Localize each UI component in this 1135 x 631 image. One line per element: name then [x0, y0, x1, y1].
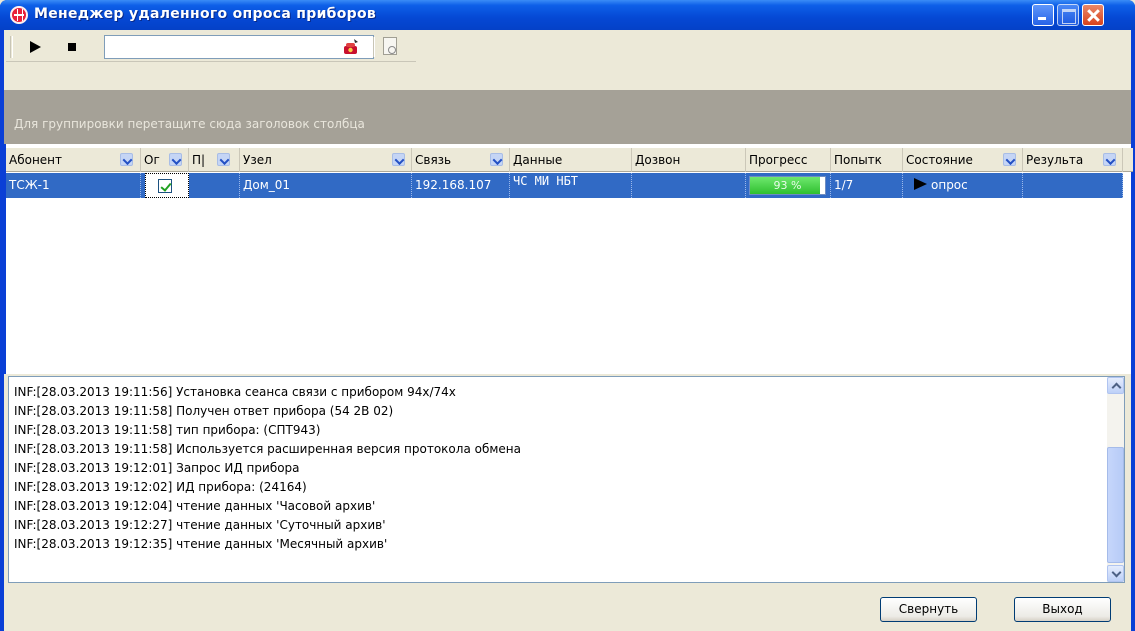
column-header-og[interactable]: Ог [141, 148, 189, 172]
group-by-hint: Для группировки перетащите сюда заголово… [14, 117, 365, 131]
column-header-subscriber[interactable]: Абонент [6, 148, 141, 172]
scroll-down-icon[interactable] [1107, 565, 1124, 582]
column-label: Связь [415, 153, 452, 167]
stop-icon[interactable] [68, 43, 76, 51]
cell-result [1023, 173, 1123, 198]
column-header-p[interactable]: П| [189, 148, 240, 172]
cell-data: ЧС МИ НБТ [510, 173, 632, 198]
cell-p [189, 173, 240, 198]
log-line: INF:[28.03.2013 19:12:01] Запрос ИД приб… [14, 461, 300, 475]
filter-dropdown-icon[interactable] [1103, 153, 1116, 166]
log-line: INF:[28.03.2013 19:12:02] ИД прибора: (2… [14, 480, 307, 494]
cell-connection: 192.168.107 [412, 173, 510, 198]
filter-dropdown-icon[interactable] [490, 153, 503, 166]
log-line: INF:[28.03.2013 19:11:56] Установка сеан… [14, 385, 456, 399]
column-label: Прогресс [749, 153, 808, 167]
log-line: INF:[28.03.2013 19:12:35] чтение данных … [14, 537, 388, 551]
column-label: Состояние [906, 153, 973, 167]
progress-label: 93 % [773, 179, 802, 192]
group-by-panel[interactable]: Для группировки перетащите сюда заголово… [4, 90, 1131, 144]
column-label: Данные [513, 153, 563, 167]
cell-dial [632, 173, 746, 198]
progress-bar: 93 % [749, 176, 826, 195]
filter-dropdown-icon[interactable] [1003, 153, 1016, 166]
cell-attempts: 1/7 [831, 173, 903, 198]
phone-call-icon[interactable] [342, 38, 360, 56]
document-preview-icon[interactable] [383, 37, 397, 55]
log-line: INF:[28.03.2013 19:12:04] чтение данных … [14, 499, 376, 513]
window-title: Менеджер удаленного опроса приборов [34, 6, 377, 22]
exit-button[interactable]: Выход [1014, 597, 1111, 622]
column-label: П| [192, 153, 206, 167]
toolbar-grip-icon[interactable] [10, 36, 13, 58]
cell-progress: 93 % [746, 173, 831, 198]
play-icon[interactable] [30, 41, 41, 53]
column-header-node[interactable]: Узел [240, 148, 412, 172]
client-area: Для группировки перетащите сюда заголово… [4, 30, 1133, 631]
column-label: Дозвон [635, 153, 681, 167]
table-row[interactable]: ТСЖ-1 Дом_01 192.168.107 ЧС МИ НБТ 93 % … [6, 173, 1123, 198]
column-label: Ог [144, 153, 160, 167]
scroll-up-icon[interactable] [1107, 377, 1124, 394]
play-state-icon [914, 178, 927, 190]
cell-og[interactable] [145, 173, 189, 198]
log-lines: INF:[28.03.2013 19:11:56] Установка сеан… [14, 383, 521, 554]
column-header-progress[interactable]: Прогресс [746, 148, 831, 172]
log-line: INF:[28.03.2013 19:11:58] Используется р… [14, 442, 521, 456]
column-header-state[interactable]: Состояние [903, 148, 1023, 172]
log-line: INF:[28.03.2013 19:12:27] чтение данных … [14, 518, 386, 532]
collapse-button[interactable]: Свернуть [880, 597, 977, 622]
grid-header: Абонент Ог П| Узел Связь Данные Дозвон П… [6, 148, 1133, 172]
title-bar[interactable]: Менеджер удаленного опроса приборов [0, 0, 1135, 30]
filter-dropdown-icon[interactable] [217, 153, 230, 166]
maximize-button[interactable] [1057, 4, 1079, 26]
column-header-result[interactable]: Результа [1023, 148, 1123, 172]
filter-dropdown-icon[interactable] [120, 153, 133, 166]
column-label: Результа [1026, 153, 1084, 167]
state-label: опрос [931, 178, 968, 192]
cell-subscriber: ТСЖ-1 [6, 173, 141, 198]
cell-state: опрос [903, 173, 1023, 198]
log-line: INF:[28.03.2013 19:11:58] Получен ответ … [14, 404, 394, 418]
filter-dropdown-icon[interactable] [169, 153, 182, 166]
log-scrollbar[interactable] [1107, 377, 1124, 582]
toolbar [4, 30, 1131, 90]
column-label: Абонент [9, 153, 63, 167]
log-line: INF:[28.03.2013 19:11:58] тип прибора: (… [14, 423, 321, 437]
column-label: Узел [243, 153, 272, 167]
scroll-thumb[interactable] [1107, 447, 1124, 563]
toolbar-separator [373, 37, 375, 57]
column-header-dial[interactable]: Дозвон [632, 148, 746, 172]
column-header-attempts[interactable]: Попытк [831, 148, 903, 172]
app-window: Менеджер удаленного опроса приборов Для … [0, 0, 1135, 631]
column-header-data[interactable]: Данные [510, 148, 632, 172]
log-panel[interactable]: INF:[28.03.2013 19:11:56] Установка сеан… [8, 376, 1125, 583]
footer: Свернуть Выход [4, 585, 1131, 631]
app-logo-icon [10, 6, 28, 24]
subscriber-combo-input[interactable] [104, 35, 374, 59]
tool-strip [6, 32, 416, 62]
cell-node: Дом_01 [240, 173, 412, 198]
column-label: Попытк [834, 153, 882, 167]
close-button[interactable] [1082, 4, 1104, 26]
column-header-connection[interactable]: Связь [412, 148, 510, 172]
checkbox[interactable] [158, 179, 172, 193]
subscribers-grid: Абонент Ог П| Узел Связь Данные Дозвон П… [4, 144, 1133, 374]
minimize-button[interactable] [1032, 4, 1054, 26]
filter-dropdown-icon[interactable] [392, 153, 405, 166]
